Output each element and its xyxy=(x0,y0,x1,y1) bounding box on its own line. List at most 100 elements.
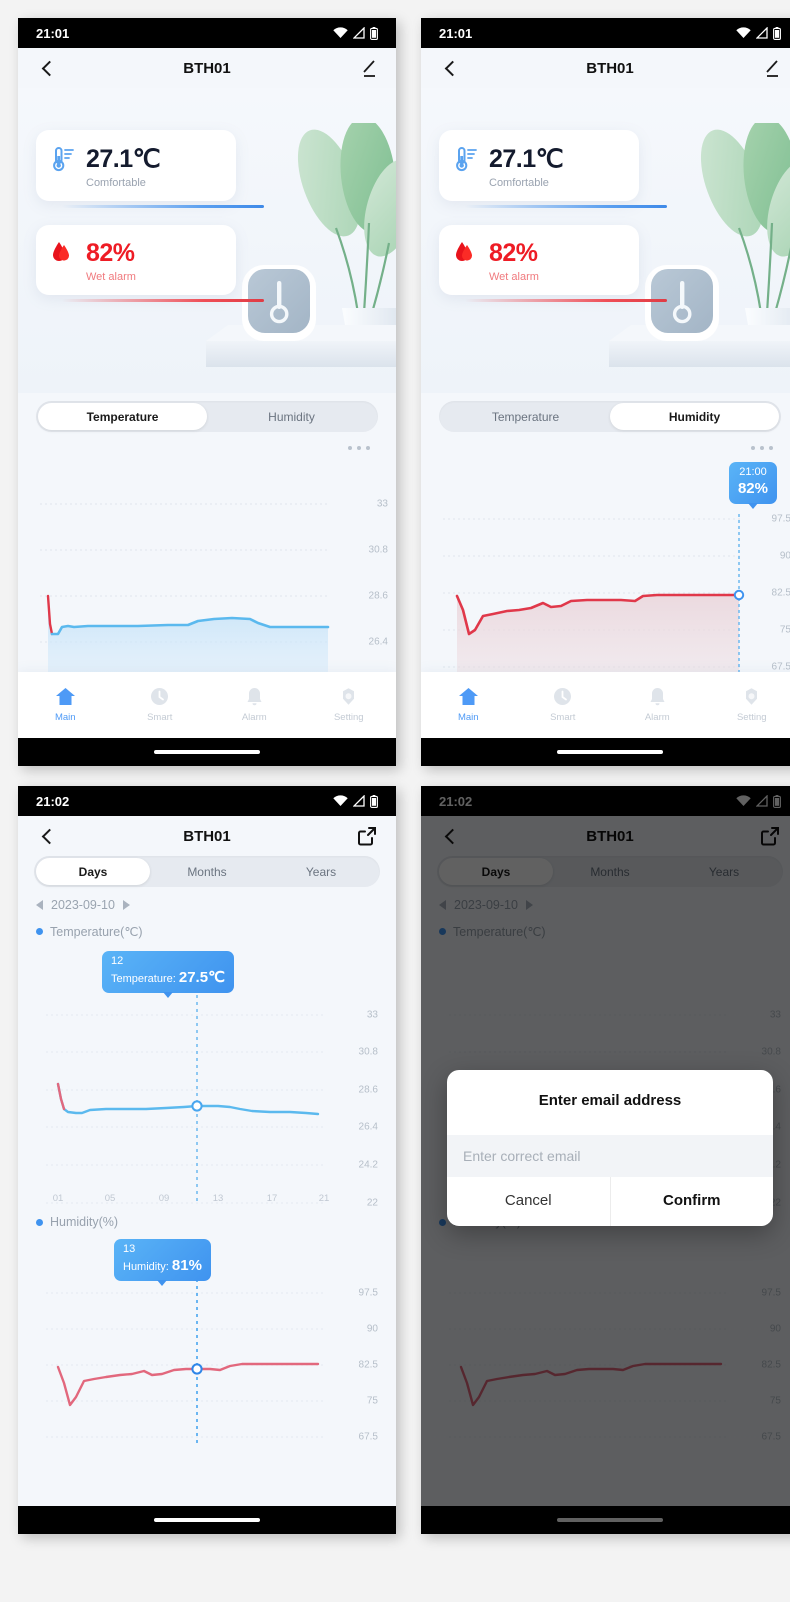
email-field[interactable]: Enter correct email xyxy=(447,1135,773,1177)
y-tick: 24.2 xyxy=(358,1159,378,1171)
signal-icon xyxy=(756,27,768,39)
confirm-button[interactable]: Confirm xyxy=(609,1177,774,1226)
phone-screen-main-humidity: 21:01 BTH01 27.1℃ Comfortable 82% Wet al… xyxy=(421,18,790,766)
segment-humidity[interactable]: Humidity xyxy=(610,403,779,430)
temperature-value: 27.1℃ xyxy=(489,145,564,173)
battery-icon xyxy=(370,794,378,808)
tab-label: Setting xyxy=(333,712,364,723)
dialog-actions: Cancel Confirm xyxy=(447,1177,773,1226)
temperature-status: Comfortable xyxy=(86,177,146,189)
range-months[interactable]: Months xyxy=(150,858,264,885)
temperature-chart: 33 30.8 28.6 26.4 xyxy=(18,438,396,686)
temperature-bar xyxy=(62,204,264,208)
tab-label: Main xyxy=(457,712,479,723)
legend-label: Temperature(℃) xyxy=(50,925,143,939)
legend-dot-icon xyxy=(36,1218,43,1226)
tab-main[interactable]: Main xyxy=(421,687,516,723)
tooltip-label: Humidity: xyxy=(123,1260,169,1273)
nav-bar: BTH01 xyxy=(421,48,790,88)
range-years[interactable]: Years xyxy=(264,858,378,885)
temperature-card[interactable]: 27.1℃ Comfortable xyxy=(439,130,667,208)
tooltip-value: 81% xyxy=(171,1256,202,1274)
wifi-icon xyxy=(333,795,348,806)
chart-tooltip: 21:00 82% xyxy=(728,462,777,508)
dialog-title: Enter email address xyxy=(538,1092,682,1109)
nav-bar: BTH01 xyxy=(18,48,396,88)
page-title: BTH01 xyxy=(183,59,231,77)
tab-setting[interactable]: Setting xyxy=(302,687,397,723)
status-bar: 21:01 xyxy=(18,18,396,48)
phone-screen-main-temperature: 21:01 BTH01 27.1℃ Comfortable 82% Wet al… xyxy=(18,18,396,766)
history-temperature-chart: 12 Temperature: 27.5℃ 33 30.8 28.6 26.4 … xyxy=(34,939,380,1209)
humidity-value: 82% xyxy=(489,239,538,267)
back-button[interactable] xyxy=(34,823,60,849)
battery-icon xyxy=(773,26,781,40)
temperature-bar xyxy=(465,204,667,208)
next-day-icon[interactable] xyxy=(122,900,130,910)
status-icons xyxy=(736,26,781,40)
y-tick: 82.5 xyxy=(358,1359,378,1371)
x-tick: 13 xyxy=(212,1193,224,1204)
signal-icon xyxy=(353,27,365,39)
tooltip-x: 12 xyxy=(111,955,124,967)
y-tick: 75 xyxy=(779,624,790,636)
range-days[interactable]: Days xyxy=(36,858,150,885)
legend-label: Humidity(%) xyxy=(50,1215,119,1229)
humidity-value: 82% xyxy=(86,239,135,267)
tooltip-label: Temperature: xyxy=(111,972,176,985)
y-tick: 33 xyxy=(366,1009,378,1021)
temperature-row: 27.1℃ xyxy=(52,144,236,174)
prev-day-icon[interactable] xyxy=(36,900,43,910)
humidity-card[interactable]: 82% Wet alarm xyxy=(439,225,667,302)
temperature-card[interactable]: 27.1℃ Comfortable xyxy=(36,130,264,208)
home-indicator xyxy=(18,738,396,766)
home-icon xyxy=(458,688,478,705)
home-icon xyxy=(55,688,75,705)
y-tick: 90 xyxy=(779,550,790,562)
page-title: BTH01 xyxy=(183,827,231,845)
chevron-left-icon xyxy=(41,60,57,76)
gear-icon xyxy=(343,688,355,705)
edit-button[interactable] xyxy=(757,55,783,81)
status-time: 21:01 xyxy=(439,25,473,41)
segment-temperature[interactable]: Temperature xyxy=(38,403,207,430)
more-horizontal-icon[interactable] xyxy=(348,446,370,450)
nav-bar: BTH01 xyxy=(18,816,396,856)
cancel-button[interactable]: Cancel xyxy=(447,1177,610,1226)
segment-temperature[interactable]: Temperature xyxy=(441,403,610,430)
history-humidity-chart: 13 Humidity: 81% 97.5 90 82.5 75 67.5 xyxy=(34,1229,380,1447)
more-horizontal-icon[interactable] xyxy=(751,446,773,450)
tab-smart[interactable]: Smart xyxy=(516,687,611,723)
clock-icon xyxy=(554,688,572,705)
tab-label: Smart xyxy=(550,712,576,723)
y-tick: 30.8 xyxy=(358,1046,378,1058)
tab-alarm[interactable]: Alarm xyxy=(207,687,302,723)
tab-label: Alarm xyxy=(644,712,670,723)
status-icons xyxy=(333,26,378,40)
back-button[interactable] xyxy=(437,55,463,81)
humidity-card[interactable]: 82% Wet alarm xyxy=(36,225,264,302)
y-tick: 30.8 xyxy=(368,544,388,556)
x-tick: 09 xyxy=(158,1193,170,1204)
y-tick: 97.5 xyxy=(771,513,790,525)
tooltip-value: 27.5℃ xyxy=(178,968,225,986)
back-button[interactable] xyxy=(34,55,60,81)
edit-button[interactable] xyxy=(354,55,380,81)
tab-main[interactable]: Main xyxy=(18,687,113,723)
humidity-chart: 21:00 82% 97.5 90 82.5 75 67.5 xyxy=(421,438,790,686)
tab-alarm[interactable]: Alarm xyxy=(610,687,705,723)
temperature-row: 27.1℃ xyxy=(455,144,639,174)
tab-smart[interactable]: Smart xyxy=(113,687,208,723)
chevron-left-icon xyxy=(444,60,460,76)
bottom-tab-bar: Main Smart Alarm Setting xyxy=(421,672,790,738)
signal-icon xyxy=(353,795,365,807)
phone-screen-email-dialog: 21:02 BTH01 Days Months Year xyxy=(421,786,790,1534)
tooltip-time: 21:00 xyxy=(739,466,767,478)
tab-setting[interactable]: Setting xyxy=(705,687,790,723)
email-dialog: Enter email address Enter correct email … xyxy=(447,1070,773,1226)
x-tick: 01 xyxy=(52,1193,64,1204)
humidity-tooltip: 13 Humidity: 81% xyxy=(114,1239,211,1285)
share-button[interactable] xyxy=(354,823,380,849)
tooltip-x: 13 xyxy=(123,1243,136,1255)
segment-humidity[interactable]: Humidity xyxy=(207,403,376,430)
